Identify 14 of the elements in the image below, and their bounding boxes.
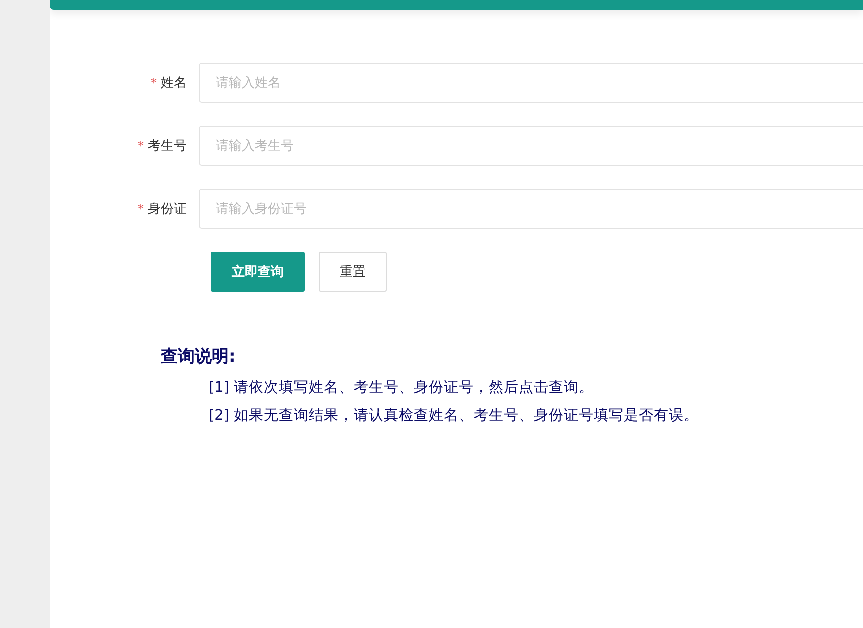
required-mark: * — [138, 202, 144, 216]
field-label: 身份证 — [148, 201, 187, 218]
input-field[interactable]: 请输入身份证号 — [199, 189, 863, 229]
field-label: 姓名 — [161, 75, 187, 92]
notes-title: 查询说明: — [161, 346, 237, 368]
field-label: 考生号 — [148, 138, 187, 155]
input-field[interactable]: 请输入考生号 — [199, 126, 863, 166]
required-mark: * — [151, 76, 157, 90]
note-text: [2] 如果无查询结果，请认真检查姓名、考生号、身份证号填写是否有误。 — [208, 407, 700, 426]
reset-button[interactable]: 重置 — [319, 252, 387, 292]
required-mark: * — [138, 139, 144, 153]
query-button[interactable]: 立即查询 — [211, 252, 305, 292]
input-field[interactable]: 请输入姓名 — [199, 63, 863, 103]
note-text: [1] 请依次填写姓名、考生号、身份证号，然后点击查询。 — [208, 379, 596, 398]
